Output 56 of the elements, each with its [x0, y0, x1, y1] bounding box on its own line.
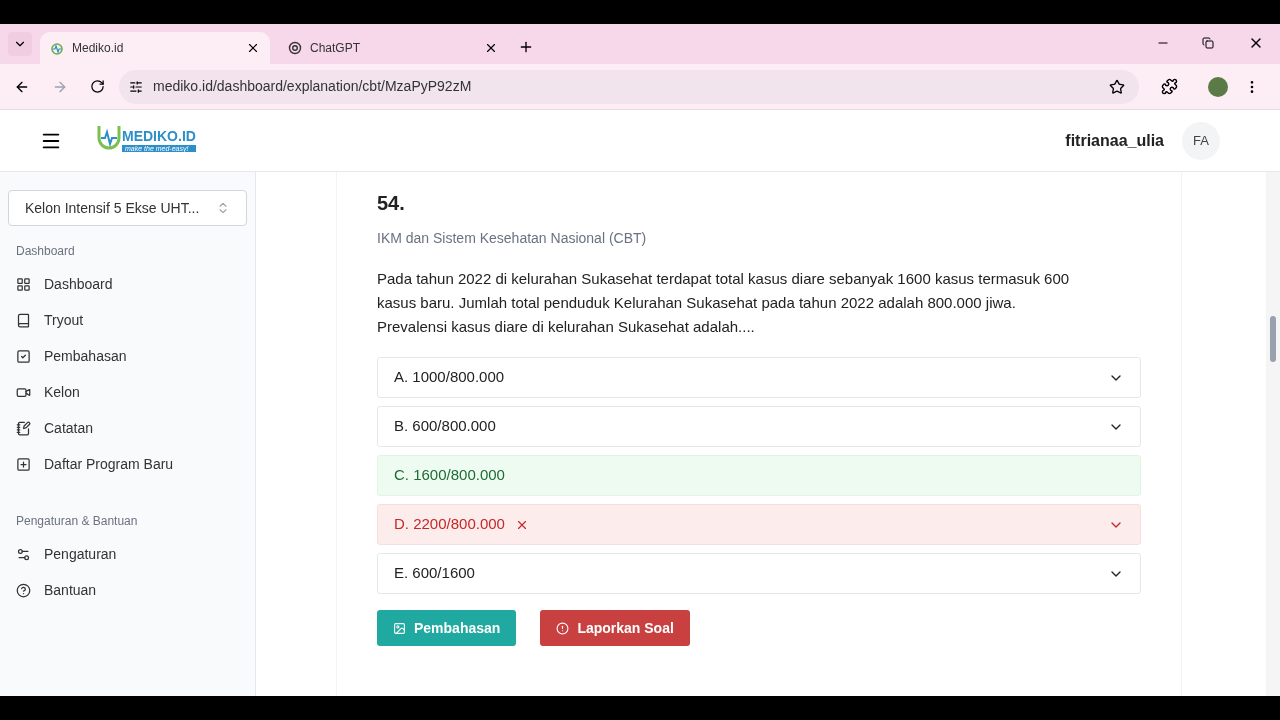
restore-icon[interactable]	[1202, 37, 1214, 49]
sidebar-item[interactable]: Pengaturan	[8, 536, 247, 572]
username: fitrianaa_ulia	[1065, 130, 1164, 151]
profile-avatar[interactable]	[1208, 76, 1228, 97]
answer-option[interactable]: D. 2200/800.000	[377, 504, 1141, 545]
report-button[interactable]: Laporkan Soal	[540, 610, 690, 646]
sidebar-item[interactable]: Catatan	[8, 410, 247, 446]
option-text: E. 600/1600	[394, 563, 475, 584]
question-text: Prevalensi kasus diare di kelurahan Sukasehat adalah....	[377, 317, 756, 337]
scrollbar[interactable]	[1266, 172, 1280, 696]
close-icon[interactable]	[246, 41, 260, 55]
sidebar-item[interactable]: Pembahasan	[8, 338, 247, 374]
bookmark-star-icon[interactable]	[1109, 78, 1125, 95]
answer-option[interactable]: E. 600/1600	[377, 553, 1141, 594]
tab-list-button[interactable]	[8, 32, 32, 56]
question-text: Pada tahun 2022 di kelurahan Sukasehat terdapat total kasus diare sebanyak 1600 kasus termasuk 600 kasus baru. Jumlah total penduduk Kelurahan Sukasehat pada tahun 2022 adalah 800.000 jiwa.	[377, 269, 1071, 313]
alert-icon	[556, 621, 570, 635]
new-tab-icon[interactable]	[518, 39, 534, 55]
tab-title: Mediko.id	[72, 40, 125, 57]
address-bar[interactable]: mediko.id/dashboard/explanation/cbt/MzaPyP92zM	[119, 69, 1139, 104]
url-text: mediko.id/dashboard/explanation/cbt/MzaPyP92zM	[153, 77, 473, 96]
option-text: C. 1600/800.000	[394, 465, 505, 486]
sidebar-item[interactable]: Kelon	[8, 374, 247, 410]
sliders-icon	[16, 546, 31, 562]
user-avatar[interactable]: FA	[1182, 121, 1220, 160]
option-text: A. 1000/800.000	[394, 367, 505, 388]
reload-icon[interactable]	[90, 79, 105, 94]
add-square-icon	[16, 456, 31, 472]
tab-title: ChatGPT	[310, 40, 361, 57]
option-text: B. 600/800.000	[394, 416, 496, 437]
question-number: 54.	[377, 191, 406, 216]
notebook-icon	[16, 420, 31, 436]
image-icon	[393, 621, 406, 635]
sidebar-item[interactable]: Bantuan	[8, 572, 247, 608]
sidebar-section-title: Dashboard	[15, 243, 76, 260]
close-icon[interactable]	[484, 41, 498, 55]
answer-option[interactable]: B. 600/800.000	[377, 406, 1141, 447]
sidebar-section-title: Pengaturan & Bantuan	[15, 513, 139, 530]
grid-icon	[16, 276, 31, 292]
answer-option[interactable]: C. 1600/800.000	[377, 455, 1141, 496]
help-icon	[16, 582, 31, 598]
answer-option[interactable]: A. 1000/800.000	[377, 357, 1141, 398]
question-category: IKM dan Sistem Kesehatan Nasional (CBT)	[377, 229, 648, 248]
browser-tab[interactable]: ChatGPT	[278, 32, 508, 64]
checkbox-icon	[16, 348, 31, 364]
option-text: D. 2200/800.000	[394, 514, 505, 535]
browser-tab[interactable]: Mediko.id	[40, 32, 270, 64]
sidebar-item[interactable]: Tryout	[8, 302, 247, 338]
logo-title: MEDIKO.ID	[122, 129, 196, 143]
stethoscope-icon	[50, 41, 64, 55]
sidebar-item[interactable]: Dashboard	[8, 266, 247, 302]
extensions-icon[interactable]	[1161, 78, 1178, 95]
program-select[interactable]: Kelon Intensif 5 Ekse UHT...	[8, 190, 247, 226]
book-icon	[16, 312, 31, 328]
site-settings-icon[interactable]	[129, 79, 143, 94]
sidebar-item[interactable]: Daftar Program Baru	[8, 446, 247, 482]
